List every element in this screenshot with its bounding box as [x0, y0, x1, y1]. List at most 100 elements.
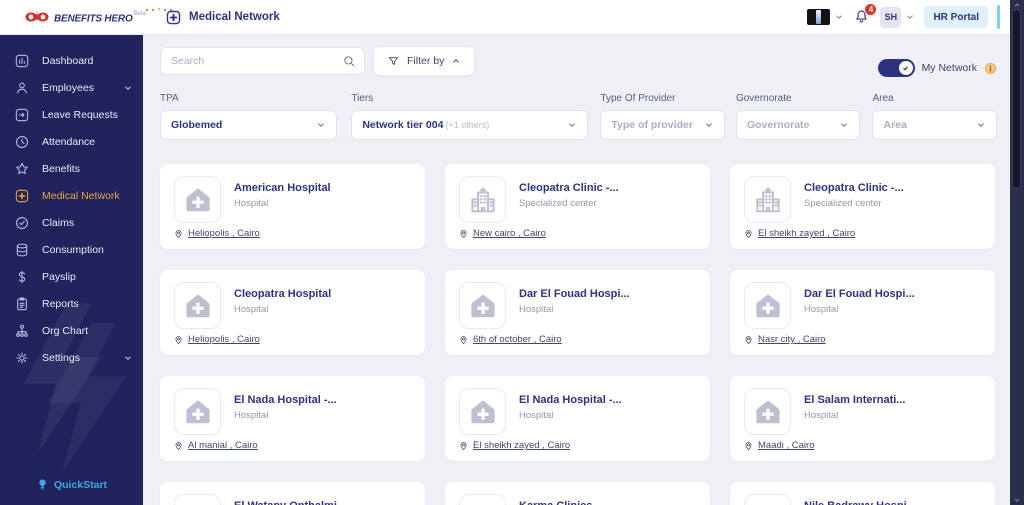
provider-card[interactable]: Nile Badrawy Hospi... [730, 482, 995, 505]
clinic-frame-icon [459, 494, 506, 505]
my-network-label: My Network [921, 62, 977, 74]
sidebar-item-leave-requests[interactable]: Leave Requests [0, 101, 143, 128]
provider-card[interactable]: El Watany Opthalmi... [160, 482, 425, 505]
filter-type-of-provider-select[interactable]: Type of provider [600, 110, 725, 140]
provider-location-link[interactable]: Maadi , Cairo [743, 440, 815, 451]
provider-location-link[interactable]: Al manial , Cairo [173, 440, 258, 451]
language-selector[interactable] [807, 9, 844, 25]
provider-card[interactable]: Cleopatra Clinic -... Specialized center… [445, 164, 710, 249]
chevron-down-icon [905, 12, 915, 22]
chevron-down-icon [123, 353, 133, 363]
payslip-icon [14, 269, 30, 285]
sidebar-item-payslip[interactable]: Payslip [0, 263, 143, 290]
hospital-icon [744, 282, 791, 329]
hospital-icon [174, 282, 221, 329]
provider-card[interactable]: Cleopatra Clinic -... Specialized center… [730, 164, 995, 249]
provider-location-link[interactable]: New cairo , Cairo [458, 228, 546, 239]
provider-location: Al manial , Cairo [188, 440, 258, 451]
filter-tiers-select[interactable]: Network tier 004 (+1 others) [351, 110, 589, 140]
hr-portal-button[interactable]: HR Portal [924, 6, 988, 28]
provider-location: Maadi , Cairo [758, 440, 815, 451]
filter-tpa-select[interactable]: Globemed [160, 110, 338, 140]
clinic-icon [459, 176, 506, 223]
sidebar-item-label: Consumption [42, 243, 104, 256]
provider-type: Hospital [234, 410, 269, 421]
accent-bar [997, 5, 1000, 29]
provider-card[interactable]: El Nada Hospital -... Hospital Al manial… [160, 376, 425, 461]
provider-location-link[interactable]: El sheikh zayed , Cairo [743, 228, 855, 239]
chevron-down-icon [839, 120, 849, 130]
provider-location: New cairo , Cairo [473, 228, 546, 239]
hero-mask-icon [25, 10, 49, 24]
filter-group: Governorate Governorate [735, 93, 861, 140]
provider-card[interactable]: American Hospital Hospital Heliopolis , … [160, 164, 425, 249]
chevron-up-icon [451, 56, 461, 66]
sidebar-item-reports[interactable]: Reports [0, 290, 143, 317]
filter-extra: (+1 others) [445, 120, 490, 130]
provider-name: El Watany Opthalmi... [234, 494, 346, 505]
hospital-icon [174, 494, 221, 505]
settings-icon [14, 350, 30, 366]
sidebar-item-medical-network[interactable]: Medical Network [0, 182, 143, 209]
scroll-up-icon[interactable] [1012, 1, 1022, 9]
filter-by-button[interactable]: Filter by [373, 46, 476, 76]
sidebar-item-dashboard[interactable]: Dashboard [0, 47, 143, 74]
sidebar-item-claims[interactable]: Claims [0, 209, 143, 236]
sidebar-item-label: Settings [42, 351, 80, 364]
provider-name: El Nada Hospital -... [234, 394, 337, 406]
filter-label: Governorate [735, 93, 792, 104]
provider-location-link[interactable]: 6th of october , Cairo [458, 334, 562, 345]
provider-type: Specialized center [519, 198, 597, 209]
notifications-button[interactable]: 4 [853, 3, 878, 26]
provider-card[interactable]: El Nada Hospital -... Hospital El sheikh… [445, 376, 710, 461]
info-icon[interactable] [984, 62, 997, 75]
provider-card[interactable]: Karma Clinics [445, 482, 710, 505]
provider-location: 6th of october , Cairo [473, 334, 562, 345]
provider-location-link[interactable]: El sheikh zayed , Cairo [458, 440, 570, 451]
my-network-toggle[interactable] [877, 59, 915, 77]
sidebar-item-employees[interactable]: Employees [0, 74, 143, 101]
provider-name: Dar El Fouad Hospi... [519, 288, 630, 300]
location-pin-icon [458, 228, 469, 239]
provider-location-link[interactable]: Nasr city , Cairo [743, 334, 826, 345]
filter-label: TPA [160, 93, 179, 104]
provider-name: Karma Clinics [519, 494, 592, 505]
employees-icon [14, 80, 30, 96]
main-content: Filter by My Network TPA Globemed Tiers … [143, 35, 1010, 505]
vertical-scrollbar[interactable] [1010, 0, 1024, 505]
consumption-icon [14, 242, 30, 258]
provider-location: El sheikh zayed , Cairo [758, 228, 856, 239]
sidebar-item-org-chart[interactable]: Org Chart [0, 317, 143, 344]
scroll-down-icon[interactable] [1012, 496, 1022, 504]
filter-area-select[interactable]: Area [872, 110, 998, 140]
provider-card[interactable]: Dar El Fouad Hospi... Hospital Nasr city… [730, 270, 995, 355]
sidebar-item-attendance[interactable]: Attendance [0, 128, 143, 155]
provider-location-link[interactable]: Heliopolis , Cairo [173, 228, 260, 239]
location-pin-icon [458, 440, 469, 451]
filter-value: Network tier 004 [362, 119, 444, 131]
sidebar-item-benefits[interactable]: Benefits [0, 155, 143, 182]
scrollbar-thumb[interactable] [1012, 9, 1021, 189]
app-root: BENEFITS HEROBeta Medical Network 4 SH H… [0, 0, 1024, 505]
provider-location: El sheikh zayed , Cairo [473, 440, 571, 451]
provider-type: Hospital [519, 410, 554, 421]
user-menu[interactable]: SH [880, 6, 915, 28]
sidebar-item-label: Benefits [42, 162, 80, 175]
provider-card[interactable]: El Salam Internati... Hospital Maadi , C… [730, 376, 995, 461]
provider-location-link[interactable]: Heliopolis , Cairo [173, 334, 260, 345]
benefits-icon [14, 161, 30, 177]
search-input[interactable] [160, 47, 365, 75]
provider-card[interactable]: Dar El Fouad Hospi... Hospital 6th of oc… [445, 270, 710, 355]
hospital-icon [174, 388, 221, 435]
org-chart-icon [14, 323, 30, 339]
filter-label: Type Of Provider [600, 93, 676, 104]
sidebar-item-settings[interactable]: Settings [0, 344, 143, 371]
quickstart-button[interactable]: QuickStart [0, 478, 143, 491]
sidebar: Dashboard Employees Leave Requests Atten… [0, 35, 143, 505]
chevron-down-icon [316, 120, 326, 130]
provider-card[interactable]: Cleopatra Hospital Hospital Heliopolis ,… [160, 270, 425, 355]
filter-governorate-select[interactable]: Governorate [735, 110, 861, 140]
location-pin-icon [173, 440, 184, 451]
sidebar-item-consumption[interactable]: Consumption [0, 236, 143, 263]
lightbulb-icon [36, 478, 49, 491]
